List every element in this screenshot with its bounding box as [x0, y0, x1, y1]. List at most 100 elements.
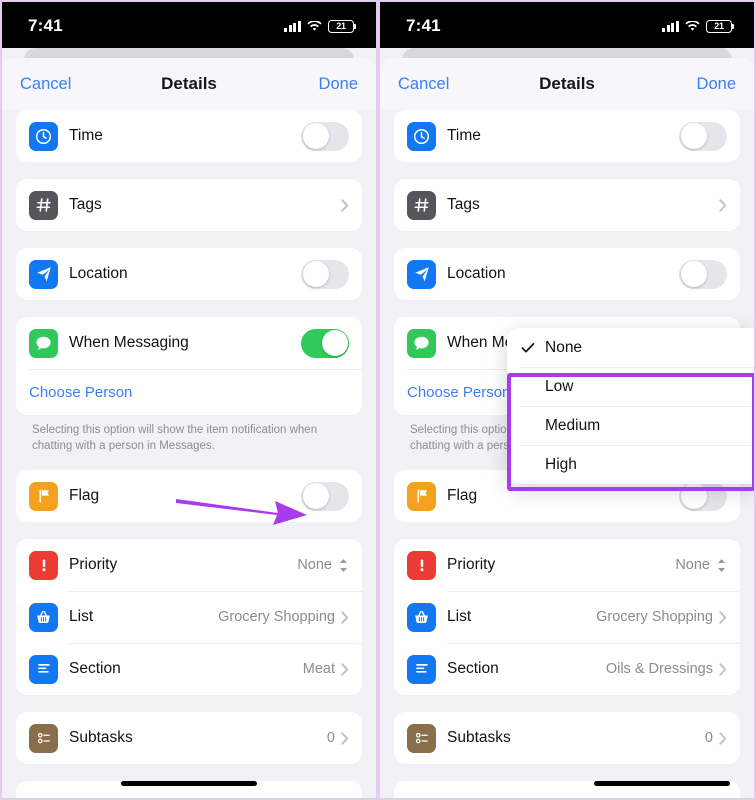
settings-group: Location: [16, 248, 362, 300]
nav-bar-left: Cancel Details Done: [2, 58, 376, 110]
chevron-right-icon: [341, 198, 349, 212]
priority-dropdown-menu[interactable]: None Low Medium High: [507, 328, 754, 484]
chevron-right-icon: [719, 610, 727, 624]
toggle-knob: [302, 123, 329, 149]
settings-group: Subtasks 0: [394, 712, 740, 765]
status-bar-clock: 7:41: [406, 16, 441, 35]
settings-group: Subtasks 0: [16, 712, 362, 765]
settings-group: Tags: [16, 179, 362, 231]
toggle-knob: [680, 261, 707, 287]
priority-option-none[interactable]: None: [507, 328, 754, 367]
comparison-screenshot: 7:41 21 Cancel Details Done Time Tags Lo…: [0, 0, 756, 800]
chevron-right-icon: [341, 662, 349, 676]
toggle-switch[interactable]: [679, 259, 727, 289]
priority-option-high[interactable]: High: [507, 445, 754, 484]
row-value: Grocery Shopping: [596, 609, 713, 626]
row-label: Location: [69, 265, 128, 282]
row-value: None: [297, 557, 332, 574]
row-label: Flag: [69, 487, 100, 505]
priority-option-low[interactable]: Low: [507, 367, 754, 406]
status-bar-clock: 7:41: [28, 16, 63, 35]
row-location[interactable]: Location: [16, 248, 362, 300]
status-bar-left: 7:41 21: [2, 2, 376, 48]
row-priority[interactable]: Priority None: [394, 539, 740, 592]
list-lines-icon: [407, 654, 436, 684]
row-label: Section: [69, 660, 121, 678]
exclamation-icon: [29, 550, 58, 580]
row-location[interactable]: Location: [394, 248, 740, 300]
row-subtasks[interactable]: Subtasks 0: [394, 712, 740, 765]
list-lines-icon: [29, 654, 58, 684]
toggle-switch[interactable]: [301, 259, 349, 289]
row-when-messaging[interactable]: When Messaging: [16, 317, 362, 369]
row-label: Subtasks: [69, 729, 133, 747]
settings-group: Time: [16, 110, 362, 162]
row-list[interactable]: List Grocery Shopping: [16, 591, 362, 644]
nav-bar-right: Cancel Details Done: [380, 58, 754, 110]
row-label: Priority: [69, 556, 118, 574]
toggle-knob: [302, 261, 329, 287]
row-subtasks[interactable]: Subtasks 0: [16, 712, 362, 765]
priority-option-label: Low: [545, 377, 574, 395]
row-list[interactable]: List Grocery Shopping: [394, 591, 740, 644]
toggle-switch[interactable]: [679, 481, 727, 511]
row-label: When Messaging: [69, 334, 189, 351]
toggle-switch[interactable]: [301, 121, 349, 151]
status-bar-indicators: 21: [662, 19, 735, 33]
priority-option-label: None: [545, 338, 583, 356]
chevron-up-down-icon[interactable]: [338, 558, 349, 573]
flag-icon: [407, 481, 436, 511]
row-value: Meat: [302, 661, 335, 678]
details-list-left[interactable]: Time Tags Location When Messaging Choose Per…: [2, 110, 376, 798]
choose-person-button[interactable]: Choose Person: [16, 369, 362, 415]
row-priority[interactable]: Priority None: [16, 539, 362, 592]
toggle-switch[interactable]: [301, 481, 349, 511]
chevron-right-icon: [719, 198, 727, 212]
toggle-switch[interactable]: [679, 121, 727, 151]
home-indicator-right: [380, 781, 754, 786]
row-value: 0: [326, 730, 335, 747]
clock-icon: [407, 121, 436, 151]
toggle-switch[interactable]: [301, 328, 349, 358]
row-section[interactable]: Section Oils & Dressings: [394, 643, 740, 696]
clock-icon: [29, 121, 58, 151]
chevron-right-icon: [341, 610, 349, 624]
settings-group: Location: [394, 248, 740, 300]
cancel-button[interactable]: Cancel: [398, 75, 449, 94]
toggle-knob: [680, 483, 707, 510]
cancel-button[interactable]: Cancel: [20, 75, 71, 94]
toggle-knob: [321, 330, 348, 356]
row-label: Section: [447, 660, 499, 678]
battery-level-label: 21: [336, 20, 346, 31]
done-button[interactable]: Done: [319, 75, 358, 94]
priority-option-medium[interactable]: Medium: [507, 406, 754, 445]
row-value: 0: [704, 730, 713, 747]
row-time[interactable]: Time: [394, 110, 740, 162]
chevron-up-down-icon[interactable]: [716, 558, 727, 573]
hashtag-icon: [29, 190, 58, 220]
row-time[interactable]: Time: [16, 110, 362, 162]
row-section[interactable]: Section Meat: [16, 643, 362, 696]
row-label: Priority: [447, 556, 496, 574]
row-tags[interactable]: Tags: [394, 179, 740, 231]
row-label: List: [69, 608, 94, 626]
home-indicator-left: [2, 781, 376, 786]
flag-icon: [29, 481, 58, 511]
cellular-bars-icon: [284, 20, 301, 32]
row-label: Tags: [447, 196, 480, 213]
chevron-right-icon: [341, 731, 349, 745]
cellular-bars-icon: [662, 20, 679, 32]
settings-group: Priority None List Grocery Shopping Section M…: [16, 539, 362, 696]
row-label: Flag: [447, 487, 478, 505]
settings-group: When Messaging Choose Person: [16, 317, 362, 415]
add-image-label: Add Image: [407, 796, 480, 798]
row-flag[interactable]: Flag: [16, 470, 362, 523]
right-phone-panel: 7:41 21 Cancel Details Done Time Tags Lo…: [378, 0, 756, 800]
done-button[interactable]: Done: [697, 75, 736, 94]
toggle-knob: [302, 483, 329, 510]
row-value: Grocery Shopping: [218, 609, 335, 626]
choose-person-label: Choose Person: [29, 383, 133, 401]
row-label: Time: [447, 127, 481, 144]
row-tags[interactable]: Tags: [16, 179, 362, 231]
row-value: Oils & Dressings: [605, 661, 713, 678]
